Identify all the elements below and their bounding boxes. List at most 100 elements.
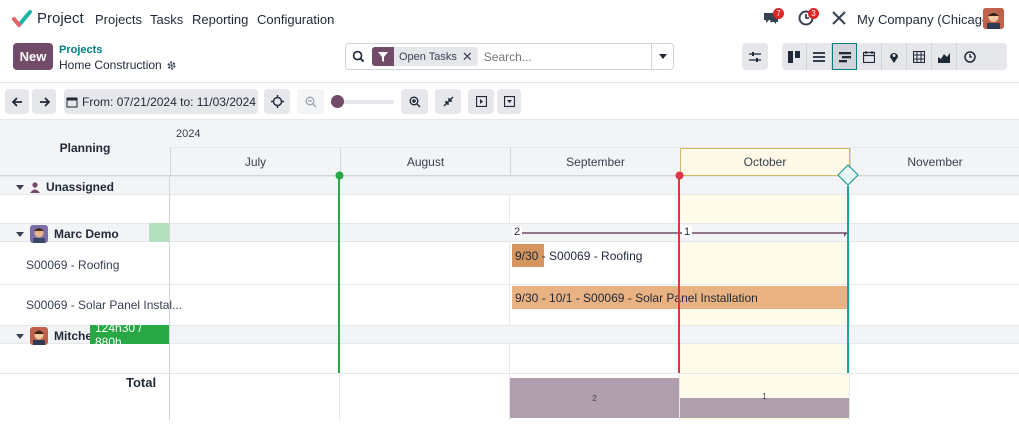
collapse-icon bbox=[503, 96, 515, 107]
total-label: Total bbox=[126, 375, 157, 390]
kanban-view-button[interactable] bbox=[782, 43, 807, 70]
breadcrumb-projects[interactable]: Projects bbox=[59, 44, 102, 56]
count-label-september: 2 bbox=[512, 226, 523, 238]
mitchell-avatar bbox=[30, 327, 48, 345]
today-dot bbox=[675, 171, 684, 180]
row-label-solar[interactable]: S00069 - Solar Panel Instal... bbox=[26, 298, 182, 312]
caret-down-icon bbox=[658, 54, 667, 59]
total-bar-october: 1 bbox=[680, 392, 849, 418]
collapse-button[interactable] bbox=[435, 89, 461, 114]
gantt-icon bbox=[838, 51, 851, 62]
zoom-in-icon bbox=[409, 96, 420, 107]
filter-facet: Open Tasks ✕ bbox=[372, 47, 478, 66]
month-header-october: October bbox=[680, 148, 850, 176]
project-app-logo[interactable] bbox=[12, 9, 32, 29]
group-label-unassigned: Unassigned bbox=[46, 180, 115, 194]
filter-icon bbox=[372, 47, 394, 66]
compress-icon bbox=[443, 96, 453, 107]
app-name[interactable]: Project bbox=[37, 10, 84, 27]
month-header-november: November bbox=[850, 148, 1019, 176]
debug-tools-icon[interactable] bbox=[830, 9, 848, 27]
arrow-right-icon bbox=[39, 96, 50, 107]
pill-solar[interactable]: 9/30 - 10/1 - S00069 - Solar Panel Insta… bbox=[512, 286, 848, 309]
today-marker bbox=[678, 176, 680, 373]
search-bar: Open Tasks ✕ bbox=[345, 43, 674, 70]
zoom-in-button[interactable] bbox=[401, 89, 428, 114]
collapse-rows-button[interactable] bbox=[497, 89, 521, 114]
menu-reporting[interactable]: Reporting bbox=[192, 12, 248, 27]
map-pin-icon bbox=[890, 52, 898, 63]
remove-filter-icon[interactable]: ✕ bbox=[462, 49, 478, 65]
zoom-out-icon bbox=[305, 96, 316, 107]
calendar-icon bbox=[66, 97, 78, 107]
breadcrumb-current: Home Construction bbox=[59, 58, 177, 72]
total-bar-september: 2 bbox=[510, 378, 679, 418]
expand-rows-button[interactable] bbox=[468, 89, 494, 114]
pill-roofing-label: 9/30 - S00069 - Roofing bbox=[515, 248, 643, 263]
zoom-out-button[interactable] bbox=[297, 89, 324, 114]
total-value-september: 2 bbox=[592, 393, 597, 403]
start-date-marker bbox=[338, 176, 340, 373]
filter-facet-label: Open Tasks bbox=[399, 50, 457, 63]
search-options-toggle[interactable] bbox=[651, 44, 673, 69]
planning-column-border bbox=[169, 176, 170, 420]
caret-down-icon bbox=[16, 231, 24, 237]
date-range-picker[interactable]: From: 07/21/2024 to: 11/03/2024 bbox=[64, 89, 258, 114]
calendar-view-button[interactable] bbox=[857, 43, 882, 70]
gear-icon[interactable] bbox=[166, 60, 177, 71]
user-icon bbox=[30, 181, 40, 193]
zoom-slider-track[interactable] bbox=[336, 100, 394, 104]
caret-down-icon bbox=[16, 333, 24, 339]
search-icon[interactable] bbox=[346, 44, 370, 69]
milestone-diamond-icon[interactable] bbox=[837, 164, 859, 186]
caret-down-icon bbox=[16, 184, 24, 190]
crosshair-icon bbox=[270, 95, 284, 108]
user-avatar[interactable] bbox=[983, 8, 1004, 29]
previous-button[interactable] bbox=[5, 89, 29, 114]
group-header-unassigned[interactable]: Unassigned bbox=[16, 180, 114, 194]
menu-configuration[interactable]: Configuration bbox=[257, 12, 334, 27]
group-label-marc-demo: Marc Demo bbox=[54, 227, 119, 241]
menu-projects[interactable]: Projects bbox=[95, 12, 142, 27]
row-divider bbox=[0, 373, 1019, 374]
menu-tasks[interactable]: Tasks bbox=[150, 12, 183, 27]
count-label-october: 1 bbox=[682, 226, 693, 238]
view-settings-button[interactable] bbox=[742, 43, 768, 70]
sliders-icon bbox=[749, 51, 761, 62]
activity-view-button[interactable] bbox=[957, 43, 982, 70]
allocation-badge: 124h30 / 880h bbox=[90, 321, 170, 349]
marc-demo-task-count-bar bbox=[520, 232, 847, 237]
new-button[interactable]: New bbox=[13, 43, 53, 70]
graph-view-button[interactable] bbox=[932, 43, 957, 70]
arrow-left-icon bbox=[11, 96, 22, 107]
gantt-view-button[interactable] bbox=[832, 43, 857, 70]
kanban-icon bbox=[788, 50, 800, 63]
row-label-roofing[interactable]: S00069 - Roofing bbox=[26, 258, 119, 272]
list-view-button[interactable] bbox=[807, 43, 832, 70]
gantt-chart: Planning 2024 July August September Octo… bbox=[0, 119, 1019, 420]
focus-today-button[interactable] bbox=[264, 89, 290, 114]
map-view-button[interactable] bbox=[882, 43, 907, 70]
clock-icon bbox=[963, 50, 976, 63]
milestone-marker bbox=[847, 186, 849, 373]
group-header-mitchell[interactable]: Mitche bbox=[16, 327, 92, 345]
pivot-table-icon bbox=[913, 50, 925, 63]
marc-demo-allocation-indicator bbox=[149, 223, 169, 242]
planning-header: Planning bbox=[0, 120, 170, 176]
row-divider bbox=[0, 284, 1019, 285]
pill-roofing[interactable]: 9/30 - S00069 - Roofing bbox=[512, 244, 679, 267]
next-button[interactable] bbox=[32, 89, 56, 114]
pivot-view-button[interactable] bbox=[907, 43, 932, 70]
zoom-slider-handle[interactable] bbox=[331, 95, 344, 108]
month-header-august: August bbox=[340, 148, 510, 176]
month-header-july: July bbox=[170, 148, 340, 176]
group-header-marc-demo[interactable]: Marc Demo bbox=[16, 225, 119, 243]
company-switcher[interactable]: My Company (Chicago) bbox=[857, 12, 994, 27]
search-input[interactable] bbox=[483, 46, 644, 67]
expand-icon bbox=[475, 96, 487, 107]
group-row-unassigned[interactable]: Unassigned bbox=[0, 176, 1019, 195]
date-range-label: From: 07/21/2024 to: 11/03/2024 bbox=[82, 94, 256, 109]
breadcrumb-current-label: Home Construction bbox=[59, 58, 162, 72]
area-chart-icon bbox=[938, 52, 950, 63]
year-label: 2024 bbox=[176, 128, 201, 140]
